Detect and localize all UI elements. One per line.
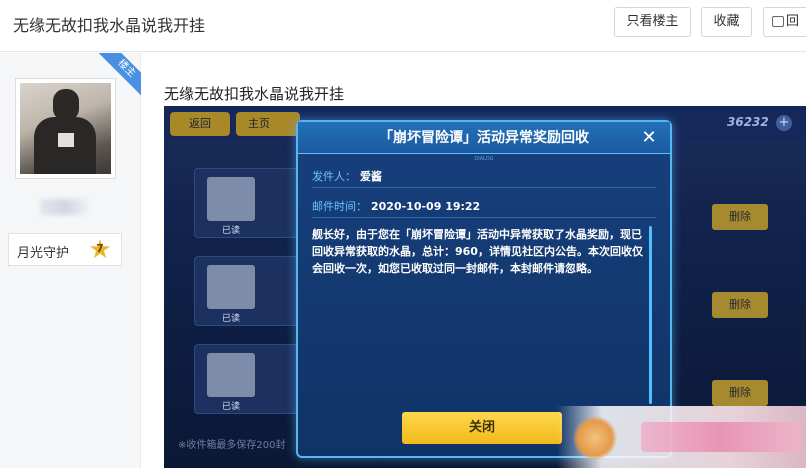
- delete-button: 删除: [712, 204, 768, 230]
- inbox-note: ※收件箱最多保存200封: [178, 440, 286, 451]
- crystal-count: 36232: [727, 115, 769, 129]
- sender-key: 发件人：: [312, 170, 356, 183]
- mail-status: 已读: [221, 226, 240, 236]
- only-op-button[interactable]: 只看楼主: [614, 7, 691, 37]
- mail-item: 已读: [194, 256, 304, 326]
- mail-item: 已读: [194, 344, 304, 414]
- username-redacted[interactable]: [40, 199, 88, 215]
- thread-title: 无缘无故扣我水晶说我开挂: [13, 16, 206, 35]
- watermark-text-blur: [641, 422, 801, 452]
- level-name: 月光守护: [17, 246, 70, 261]
- close-icon: ✕: [641, 127, 657, 148]
- dialog-message: 舰长好，由于您在「崩坏冒险谭」活动中异常获取了水晶奖励，现已回收异常获取的水晶，…: [312, 228, 643, 275]
- game-screenshot[interactable]: 返回 主页 36232 + 已读 已读 已读 删除 删除 删除 ※收件箱最多保存…: [164, 106, 806, 468]
- post-content: 无缘无故扣我水晶说我开挂: [164, 85, 345, 103]
- envelope-icon: [207, 177, 255, 221]
- dialog-title: 「崩坏冒险谭」活动异常奖励回收: [298, 122, 670, 154]
- delete-button: 删除: [712, 380, 768, 406]
- op-badge: 楼主: [99, 53, 141, 95]
- time-key: 邮件时间：: [312, 200, 367, 213]
- thread-header: 无缘无故扣我水晶说我开挂 只看楼主 收藏 回: [0, 0, 806, 52]
- sender-row: 发件人： 爱酱: [312, 166, 656, 188]
- watermark-icon: [573, 416, 617, 460]
- level-badge[interactable]: 月光守护 ★ 7: [8, 233, 122, 266]
- game-home-button: 主页: [236, 112, 300, 136]
- reply-label: 回: [786, 14, 800, 29]
- game-back-button: 返回: [170, 112, 230, 136]
- watermark-logo: [557, 406, 806, 468]
- comment-icon: [772, 16, 784, 27]
- sender-value: 爱酱: [360, 170, 382, 183]
- time-row: 邮件时间： 2020-10-09 19:22: [312, 196, 656, 218]
- mail-status: 已读: [221, 314, 240, 324]
- delete-button: 删除: [712, 292, 768, 318]
- mail-status: 已读: [221, 402, 240, 412]
- envelope-icon: [207, 265, 255, 309]
- mail-item: 已读: [194, 168, 304, 238]
- dialog-scrollbar: [649, 226, 652, 404]
- author-sidebar: 楼主 月光守护 ★ 7: [0, 53, 141, 468]
- time-value: 2020-10-09 19:22: [371, 200, 481, 213]
- plus-icon: +: [776, 115, 792, 131]
- envelope-icon: [207, 353, 255, 397]
- close-button: 关闭: [402, 412, 562, 444]
- level-number: 7: [96, 242, 104, 255]
- dialog-subtitle: DIALOG: [474, 156, 494, 162]
- reply-button[interactable]: 回: [763, 7, 806, 37]
- avatar-image: [20, 83, 111, 174]
- favorite-button[interactable]: 收藏: [701, 7, 752, 37]
- op-badge-label: 楼主: [99, 53, 141, 95]
